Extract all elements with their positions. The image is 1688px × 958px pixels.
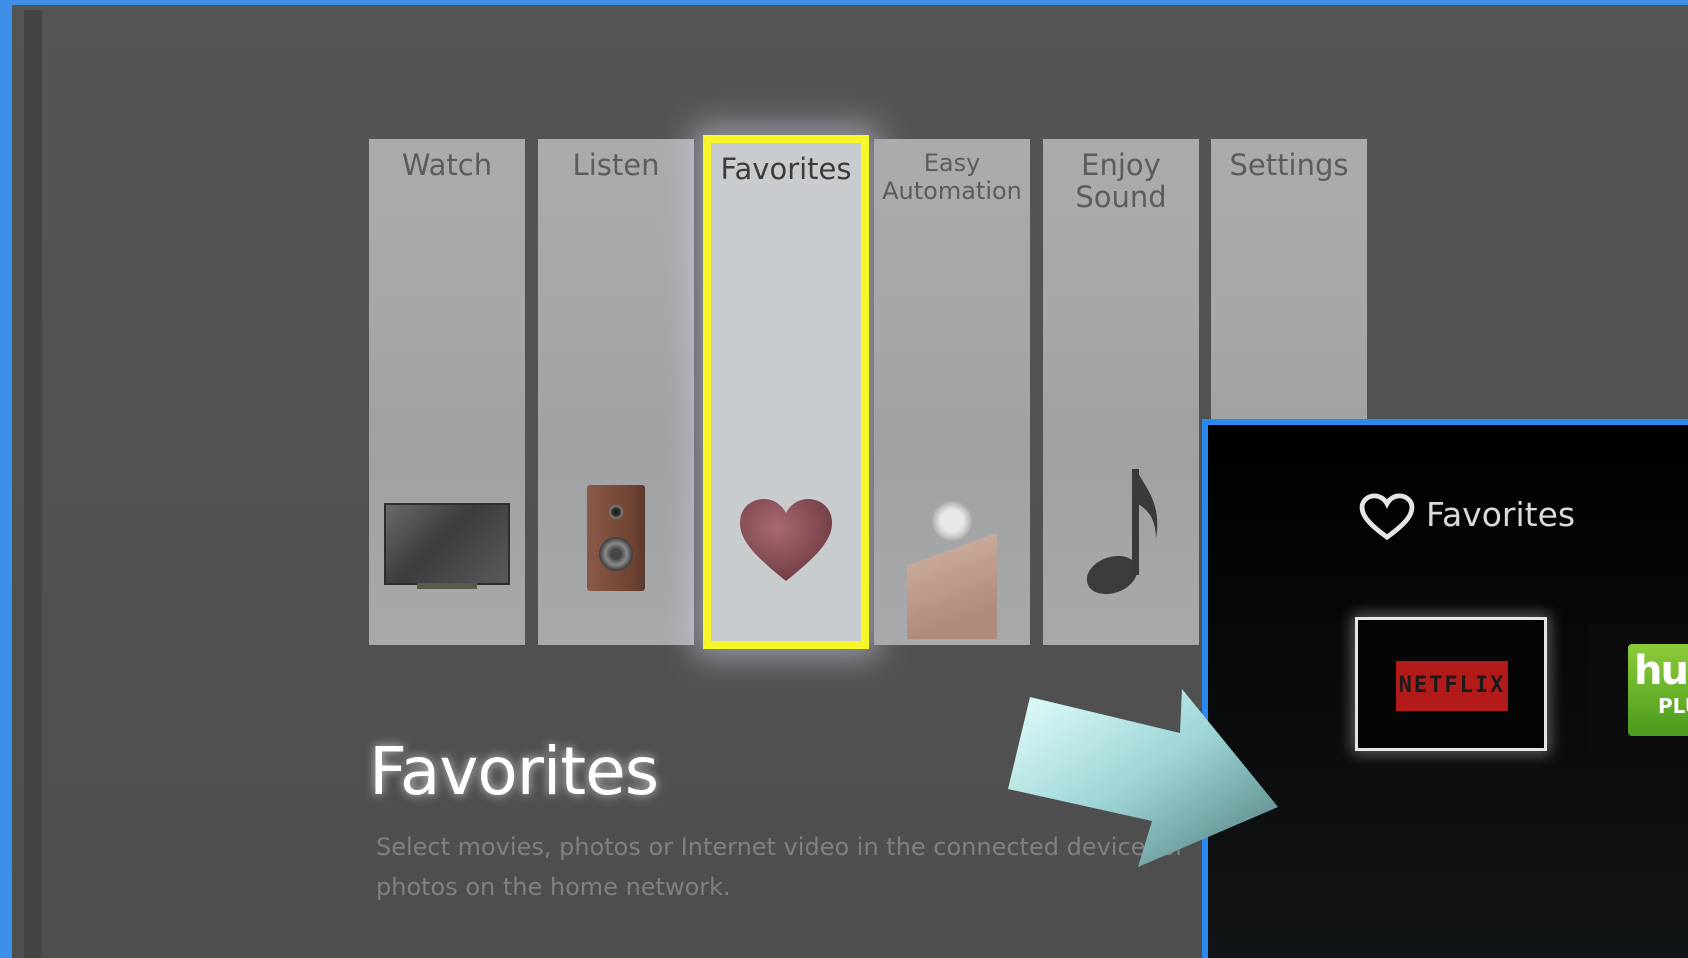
callout-arrow-icon [1008,689,1278,867]
hulu-logo-text: hulu [1634,648,1688,694]
screen-frame: Watch Listen Favorites Easy Automation E… [0,0,1688,958]
music-note-icon [1086,469,1158,595]
menu-item-favorites[interactable]: Favorites [703,135,869,649]
speaker-woofer-icon [599,537,633,571]
menu-item-listen[interactable]: Listen [538,139,694,645]
hulu-plus-tile[interactable]: hulu PLUS [1588,624,1688,758]
menu-item-easy-automation[interactable]: Easy Automation [874,139,1030,645]
menu-item-label: Listen [572,148,660,182]
netflix-logo: NETFLIX [1396,661,1508,711]
panel-title: Favorites [1426,495,1576,534]
netflix-tile[interactable]: NETFLIX [1355,617,1547,751]
heart-outline-icon [1359,493,1415,541]
hulu-logo-subtext: PLUS [1658,694,1688,718]
tv-icon [384,503,510,585]
detail-title: Favorites [369,733,659,810]
left-edge-shade [24,10,42,958]
menu-item-enjoy-sound[interactable]: Enjoy Sound [1043,139,1199,645]
menu-item-label: Enjoy Sound [1075,148,1167,214]
menu-item-label: Watch [401,148,493,182]
menu-item-label: Settings [1229,148,1349,182]
hulu-plus-logo: hulu PLUS [1628,644,1688,736]
finger-press-icon [907,519,997,639]
heart-icon [740,499,832,581]
tv-stand-icon [417,583,477,589]
speaker-tweeter-icon [609,505,623,519]
menu-item-watch[interactable]: Watch [369,139,525,645]
menu-item-label: Easy Automation [882,149,1022,205]
menu-item-label: Favorites [720,152,852,186]
